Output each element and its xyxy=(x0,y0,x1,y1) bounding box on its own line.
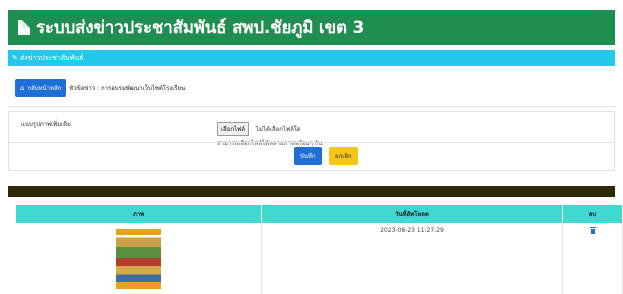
divider-bar xyxy=(8,186,615,197)
upload-date: 2023-08-23 11:27:29 xyxy=(262,223,563,294)
cancel-button[interactable]: ยกเลิก xyxy=(329,147,358,165)
delete-cell xyxy=(563,223,623,294)
table-header: ภาพ วันที่อัพโหลด ลบ xyxy=(16,205,623,223)
col-upload-date: วันที่อัพโหลด xyxy=(262,205,563,223)
trash-icon[interactable] xyxy=(589,227,596,234)
choose-file-button[interactable]: เลือกไฟล์ xyxy=(217,122,249,136)
section-bar: ✎ ส่งข่าวประชาสัมพันธ์ xyxy=(8,50,615,66)
edit-icon: ✎ xyxy=(12,54,18,62)
file-status: ไม่ได้เลือกไฟล์ใด xyxy=(256,126,301,133)
nav-row: ⌂ กลับหน้าหลัก หัวข้อข่าว : การอบรมพัฒนา… xyxy=(8,70,615,107)
image-thumbnail[interactable] xyxy=(116,229,161,289)
file-picker: เลือกไฟล์ ไม่ได้เลือกไฟล์ใด สามารถเลือกไ… xyxy=(217,116,322,148)
news-topic: หัวข้อข่าว : การอบรมพัฒนาเว็บไซต์โรงเรีย… xyxy=(69,85,186,92)
home-icon: ⌂ xyxy=(20,84,25,92)
page-header: ระบบส่งข่าวประชาสัมพันธ์ สพป.ชัยภูมิ เขต… xyxy=(8,10,615,45)
attach-label: แนบรูปภาพเพิ่มเติม xyxy=(21,121,71,128)
divider xyxy=(9,142,614,143)
back-home-label: กลับหน้าหลัก xyxy=(27,85,62,92)
page-title: ระบบส่งข่าวประชาสัมพันธ์ สพป.ชัยภูมิ เขต… xyxy=(36,18,365,38)
document-icon xyxy=(18,20,30,35)
images-table: ภาพ วันที่อัพโหลด ลบ 2023-08-23 11:27:29 xyxy=(16,205,623,294)
back-home-button[interactable]: ⌂ กลับหน้าหลัก xyxy=(15,79,67,97)
col-delete: ลบ xyxy=(563,205,623,223)
save-button[interactable]: บันทึก xyxy=(294,147,322,165)
section-label: ส่งข่าวประชาสัมพันธ์ xyxy=(19,53,84,62)
col-image: ภาพ xyxy=(16,205,262,223)
image-cell xyxy=(16,223,262,294)
upload-form: แนบรูปภาพเพิ่มเติม เลือกไฟล์ ไม่ได้เลือก… xyxy=(8,111,615,171)
table-row: 2023-08-23 11:27:29 xyxy=(16,223,623,294)
